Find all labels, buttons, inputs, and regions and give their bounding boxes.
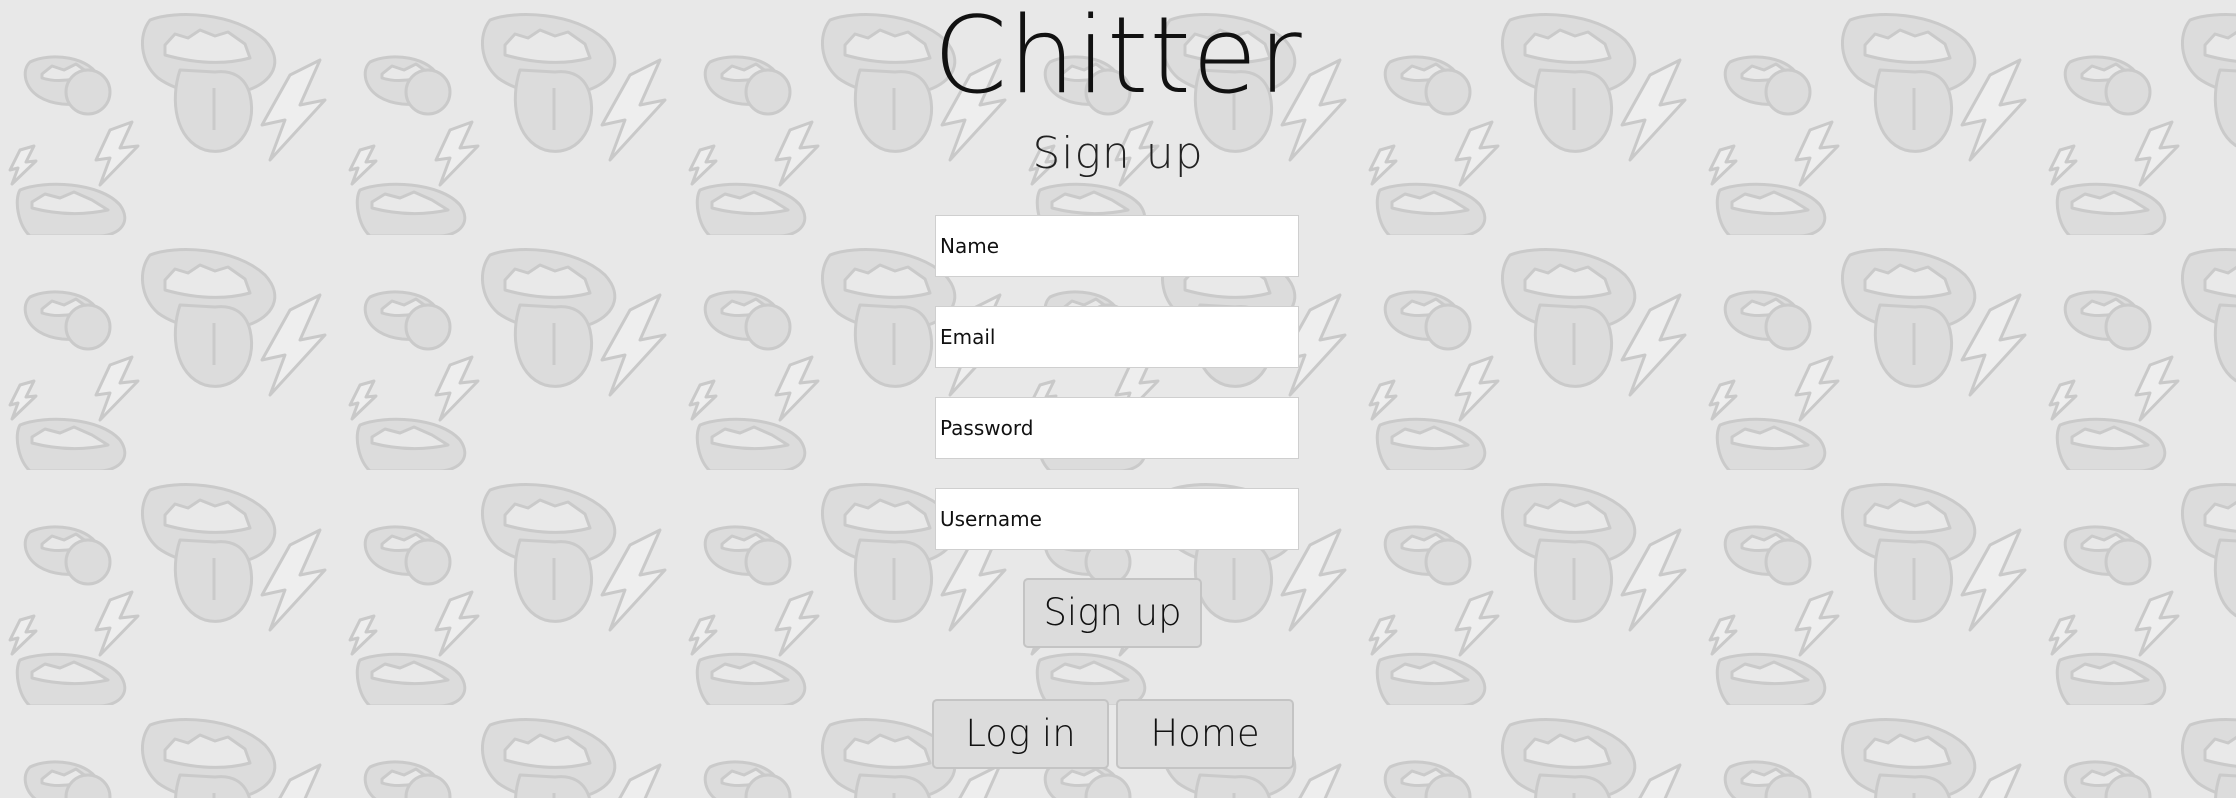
signup-button[interactable]: Sign up [1023, 578, 1202, 648]
email-field[interactable] [935, 306, 1299, 368]
name-field[interactable] [935, 215, 1299, 277]
username-field[interactable] [935, 488, 1299, 550]
page-subtitle: Sign up [1032, 128, 1204, 179]
app-title: Chitter [933, 0, 1303, 117]
signup-page: Chitter Sign up Sign up Log in Home [0, 0, 2236, 798]
home-button[interactable]: Home [1116, 699, 1294, 769]
login-button[interactable]: Log in [932, 699, 1109, 769]
password-field[interactable] [935, 397, 1299, 459]
